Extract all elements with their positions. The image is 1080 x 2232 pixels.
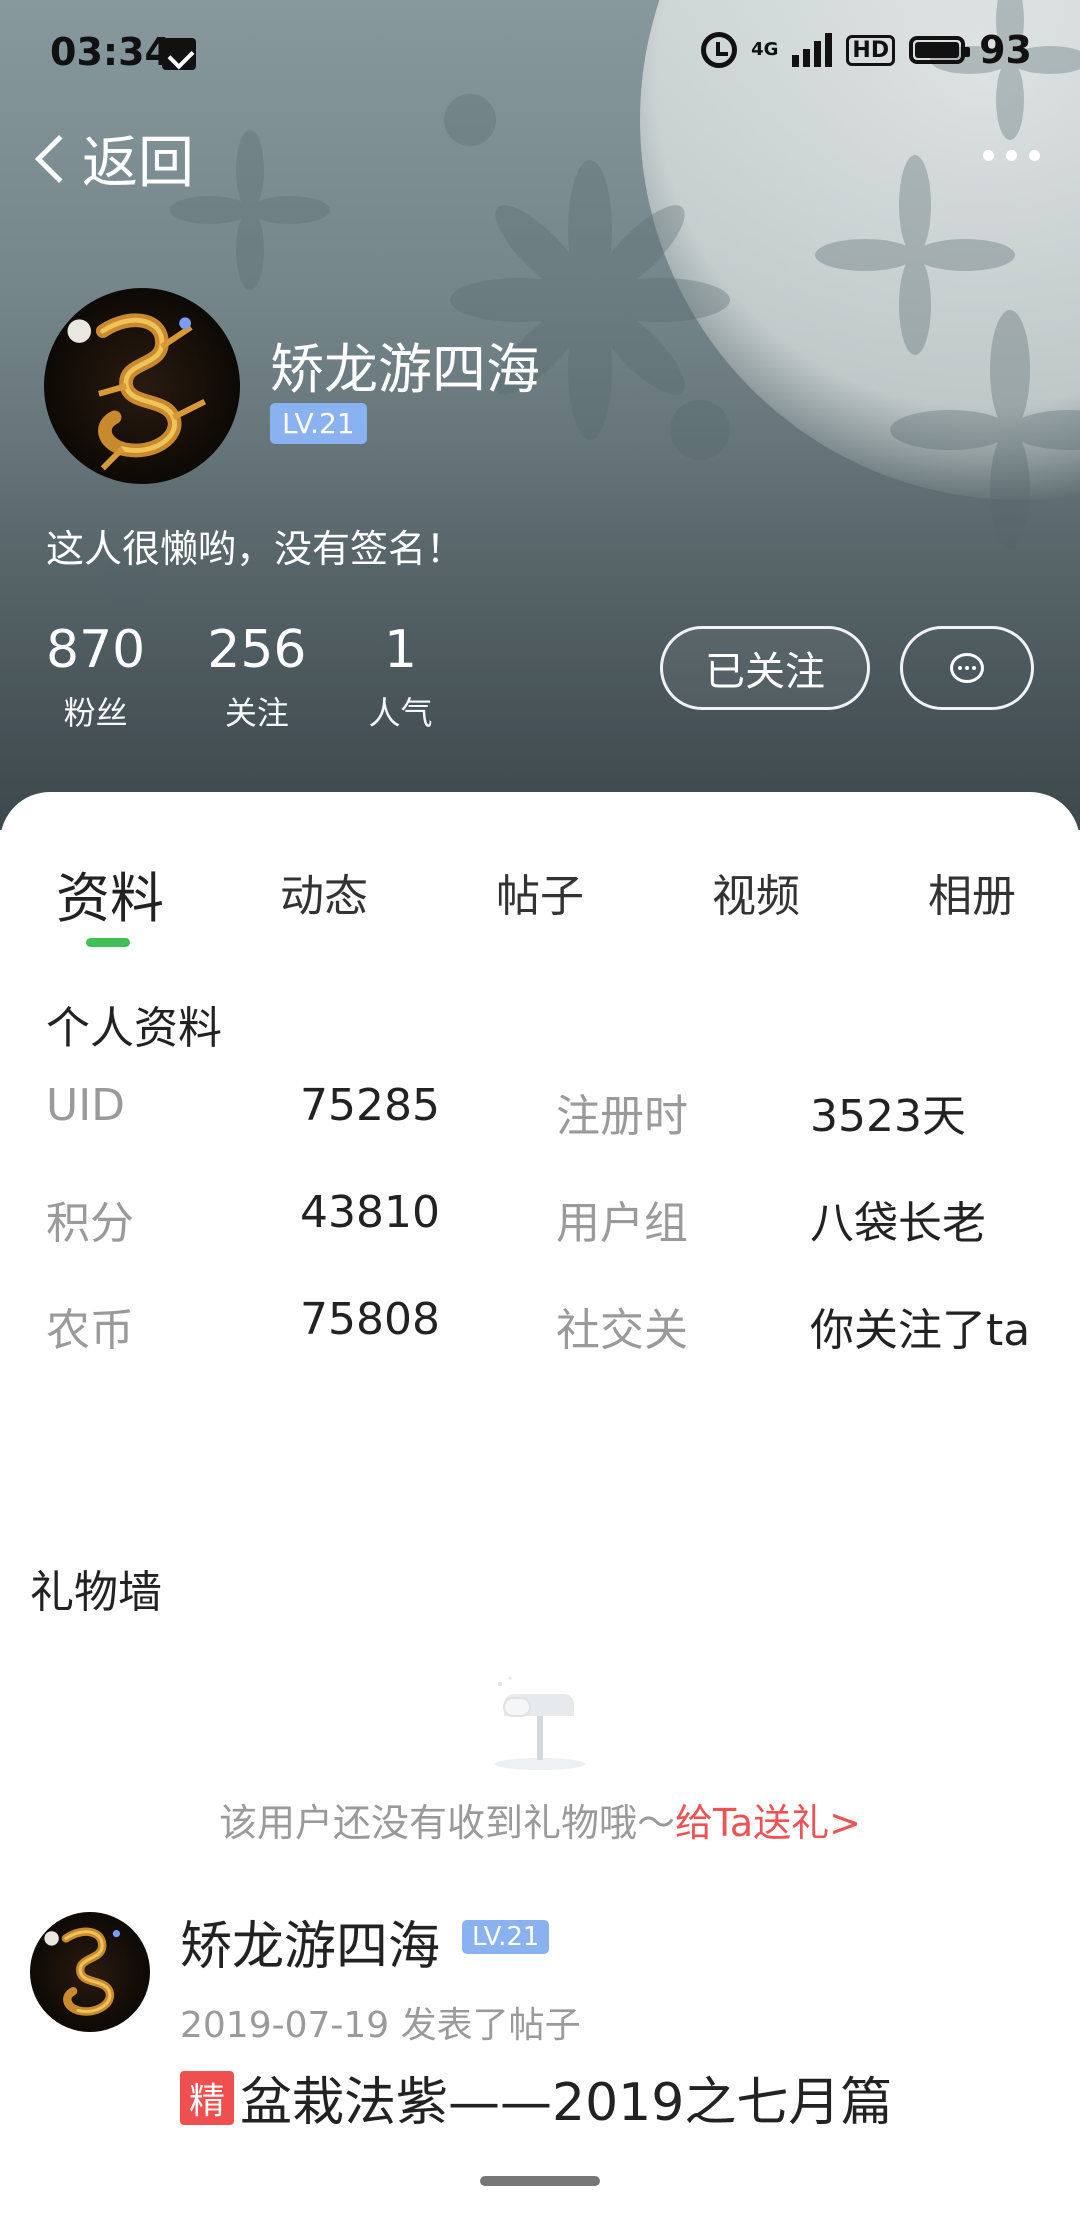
info-row: UID 75285 注册时 3523天 bbox=[46, 1080, 1046, 1142]
status-bar: 03:34 4G HD 93 bbox=[0, 0, 1080, 100]
back-label: 返回 bbox=[82, 131, 194, 196]
gift-empty-text: 该用户还没有收到礼物哦～ bbox=[218, 1801, 675, 1845]
stat-popularity[interactable]: 1 人气 bbox=[369, 620, 433, 734]
info-value: 3523天 bbox=[810, 1091, 966, 1142]
stat-label: 关注 bbox=[224, 694, 289, 732]
level-badge: LV.21 bbox=[270, 403, 367, 444]
more-options-button[interactable] bbox=[983, 150, 1040, 161]
info-value: 你关注了ta bbox=[810, 1305, 1031, 1356]
battery-icon bbox=[909, 36, 971, 64]
post-level-badge: LV.21 bbox=[462, 1920, 550, 1954]
post-author-name: 矫龙游四海 bbox=[180, 1917, 441, 1977]
info-key: 社交关 bbox=[556, 1305, 688, 1356]
tab-activity[interactable]: 动态 bbox=[280, 860, 368, 924]
info-key: 用户组 bbox=[556, 1198, 688, 1249]
info-key: UID bbox=[46, 1080, 126, 1131]
info-key: 农币 bbox=[46, 1305, 134, 1356]
chevron-left-icon bbox=[34, 134, 84, 183]
stat-value: 1 bbox=[383, 620, 418, 680]
post-meta: 2019-07-19 发表了帖子 bbox=[180, 2005, 581, 2046]
alarm-icon bbox=[701, 32, 738, 68]
hd-voice-icon: HD bbox=[846, 34, 896, 66]
status-time: 03:34 bbox=[50, 30, 171, 74]
tab-profile-info[interactable]: 资料 bbox=[56, 854, 164, 933]
home-indicator[interactable] bbox=[480, 2176, 600, 2186]
send-gift-link[interactable]: 给Ta送礼> bbox=[675, 1801, 861, 1845]
tab-videos[interactable]: 视频 bbox=[712, 860, 800, 924]
active-tab-indicator bbox=[86, 938, 130, 947]
dragon-avatar-image bbox=[67, 313, 207, 471]
user-avatar[interactable] bbox=[44, 288, 240, 484]
chat-bubble-icon bbox=[950, 653, 984, 683]
stat-following[interactable]: 256 关注 bbox=[207, 620, 306, 734]
stat-label: 粉丝 bbox=[63, 694, 128, 732]
gift-wall-title: 礼物墙 bbox=[30, 1567, 162, 1618]
info-row: 农币 75808 社交关 你关注了ta bbox=[46, 1294, 1046, 1356]
tab-posts[interactable]: 帖子 bbox=[496, 860, 584, 924]
featured-tag: 精 bbox=[180, 2070, 234, 2125]
info-value: 75808 bbox=[300, 1294, 440, 1345]
battery-level: 93 bbox=[979, 28, 1032, 72]
stat-fans[interactable]: 870 粉丝 bbox=[46, 620, 145, 734]
user-name: 矫龙游四海 bbox=[270, 338, 540, 401]
network-type: 4G bbox=[751, 39, 779, 60]
tab-albums[interactable]: 相册 bbox=[928, 860, 1016, 924]
message-button[interactable] bbox=[900, 626, 1034, 710]
personal-info-title: 个人资料 bbox=[46, 1003, 222, 1054]
info-row: 积分 43810 用户组 八袋长老 bbox=[46, 1187, 1046, 1249]
user-stats: 870 粉丝 256 关注 1 人气 bbox=[46, 620, 495, 734]
stat-value: 870 bbox=[46, 620, 146, 680]
info-value: 43810 bbox=[300, 1187, 440, 1238]
user-signature: 这人很懒哟，没有签名！ bbox=[46, 527, 465, 571]
vpn-shield-icon bbox=[162, 38, 196, 70]
profile-tabs: 资料 动态 帖子 视频 相册 bbox=[0, 860, 1080, 960]
info-value: 75285 bbox=[300, 1080, 440, 1131]
back-button[interactable]: 返回 bbox=[28, 118, 194, 199]
info-value: 八袋长老 bbox=[810, 1198, 986, 1249]
signal-strength-icon bbox=[792, 33, 833, 67]
follow-button[interactable]: 已关注 bbox=[660, 626, 870, 710]
info-key: 积分 bbox=[46, 1198, 134, 1249]
more-dots-icon bbox=[983, 150, 994, 161]
post-title-link[interactable]: 精 盆栽法紫——2019之七月篇 bbox=[180, 2060, 892, 2135]
empty-mailbox-icon bbox=[494, 1676, 586, 1770]
stat-value: 256 bbox=[207, 620, 307, 680]
stat-label: 人气 bbox=[368, 694, 433, 732]
info-key: 注册时 bbox=[556, 1091, 688, 1142]
gift-empty-message: 该用户还没有收到礼物哦～给Ta送礼> bbox=[0, 1792, 1080, 1847]
post-title: 盆栽法紫——2019之七月篇 bbox=[240, 2073, 893, 2133]
post-author-avatar[interactable] bbox=[30, 1912, 150, 2032]
dragon-avatar-image bbox=[44, 1927, 120, 2016]
